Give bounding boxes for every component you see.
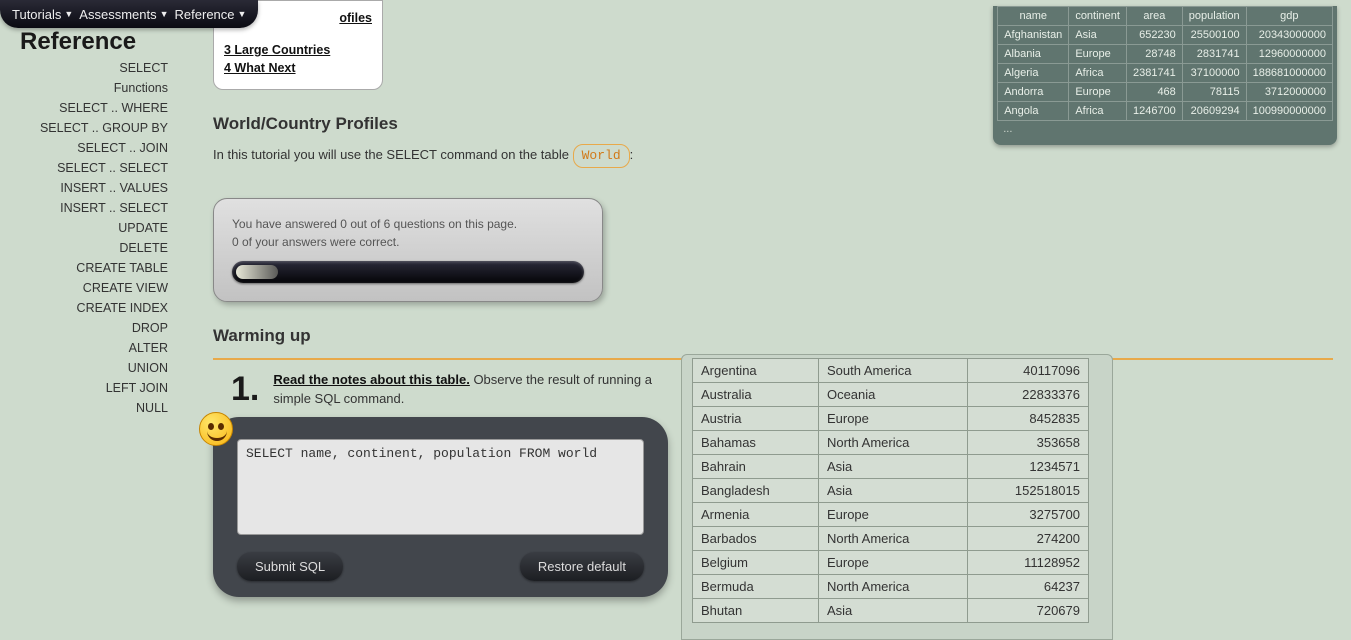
result-scroll[interactable]: ArgentinaSouth America40117096AustraliaO… xyxy=(682,355,1112,639)
notes-link[interactable]: Read the notes about this table. xyxy=(273,372,469,387)
top-nav: Tutorials ▼ Assessments ▼ Reference ▼ xyxy=(0,0,258,28)
sidebar-item[interactable]: SELECT .. JOIN xyxy=(0,138,168,158)
sidebar-item[interactable]: DELETE xyxy=(0,238,168,258)
ref-header: population xyxy=(1182,7,1246,26)
sidebar-item[interactable]: INSERT .. SELECT xyxy=(0,198,168,218)
table-row: BelgiumEurope11128952 xyxy=(693,551,1089,575)
table-row: BahrainAsia1234571 xyxy=(693,455,1089,479)
nav-assessments[interactable]: Assessments ▼ xyxy=(79,7,168,22)
section-heading: Warming up xyxy=(213,326,993,346)
ref-row: AlbaniaEurope28748283174112960000000 xyxy=(998,45,1333,64)
submit-sql-button[interactable]: Submit SQL xyxy=(237,552,343,581)
ref-row: AfghanistanAsia6522302550010020343000000 xyxy=(998,26,1333,45)
result-table: ArgentinaSouth America40117096AustraliaO… xyxy=(692,358,1089,623)
smiley-icon xyxy=(199,412,233,446)
sidebar-item[interactable]: NULL xyxy=(0,398,168,418)
table-row: ArgentinaSouth America40117096 xyxy=(693,359,1089,383)
question-number: 1. xyxy=(213,370,259,409)
page-title: Reference xyxy=(20,28,136,56)
table-row: BhutanAsia720679 xyxy=(693,599,1089,623)
table-row: BarbadosNorth America274200 xyxy=(693,527,1089,551)
sidebar-item[interactable]: Functions xyxy=(0,78,168,98)
toc-link[interactable]: 4 What Next xyxy=(224,59,372,77)
sql-input[interactable] xyxy=(237,439,644,535)
chevron-down-icon: ▼ xyxy=(238,9,247,19)
table-row: AustriaEurope8452835 xyxy=(693,407,1089,431)
table-row: BangladeshAsia152518015 xyxy=(693,479,1089,503)
score-box: You have answered 0 out of 6 questions o… xyxy=(213,198,603,302)
sidebar-item[interactable]: ALTER xyxy=(0,338,168,358)
sidebar-item[interactable]: LEFT JOIN xyxy=(0,378,168,398)
chevron-down-icon: ▼ xyxy=(64,9,73,19)
score-line: 0 of your answers were correct. xyxy=(232,233,584,251)
sidebar: SELECT Functions SELECT .. WHERE SELECT … xyxy=(0,58,180,418)
toc-link[interactable]: 3 Large Countries xyxy=(224,41,372,59)
ref-header: name xyxy=(998,7,1069,26)
sidebar-item[interactable]: CREATE TABLE xyxy=(0,258,168,278)
sidebar-item[interactable]: UPDATE xyxy=(0,218,168,238)
ref-header: continent xyxy=(1069,7,1127,26)
ref-row: AndorraEurope468781153712000000 xyxy=(998,83,1333,102)
ref-header: area xyxy=(1126,7,1182,26)
sidebar-item[interactable]: SELECT xyxy=(0,58,168,78)
table-row: BahamasNorth America353658 xyxy=(693,431,1089,455)
restore-default-button[interactable]: Restore default xyxy=(520,552,644,581)
reference-ellipsis: ... xyxy=(997,121,1333,137)
progress-bar xyxy=(232,261,584,283)
result-panel: ArgentinaSouth America40117096AustraliaO… xyxy=(681,354,1113,640)
sidebar-item[interactable]: CREATE VIEW xyxy=(0,278,168,298)
ref-header: gdp xyxy=(1246,7,1332,26)
sidebar-item[interactable]: UNION xyxy=(0,358,168,378)
table-row: BermudaNorth America64237 xyxy=(693,575,1089,599)
chevron-down-icon: ▼ xyxy=(160,9,169,19)
table-row: ArmeniaEurope3275700 xyxy=(693,503,1089,527)
table-row: AustraliaOceania22833376 xyxy=(693,383,1089,407)
sidebar-item[interactable]: SELECT .. GROUP BY xyxy=(0,118,168,138)
nav-tutorials[interactable]: Tutorials ▼ xyxy=(12,7,73,22)
sidebar-item[interactable]: CREATE INDEX xyxy=(0,298,168,318)
question-text: Read the notes about this table. Observe… xyxy=(273,370,653,409)
ref-row: AlgeriaAfrica238174137100000188681000000 xyxy=(998,64,1333,83)
score-line: You have answered 0 out of 6 questions o… xyxy=(232,215,584,233)
sql-panel: Submit SQL Restore default xyxy=(213,417,668,597)
sidebar-item[interactable]: DROP xyxy=(0,318,168,338)
reference-table: namecontinentareapopulationgdp Afghanist… xyxy=(993,6,1337,145)
table-pill[interactable]: World xyxy=(573,144,630,168)
ref-row: AngolaAfrica124670020609294100990000000 xyxy=(998,102,1333,121)
sidebar-item[interactable]: SELECT .. SELECT xyxy=(0,158,168,178)
sidebar-item[interactable]: INSERT .. VALUES xyxy=(0,178,168,198)
nav-reference[interactable]: Reference ▼ xyxy=(175,7,247,22)
intro-text: In this tutorial you will use the SELECT… xyxy=(213,144,993,168)
sidebar-item[interactable]: SELECT .. WHERE xyxy=(0,98,168,118)
section-heading: World/Country Profiles xyxy=(213,114,993,134)
